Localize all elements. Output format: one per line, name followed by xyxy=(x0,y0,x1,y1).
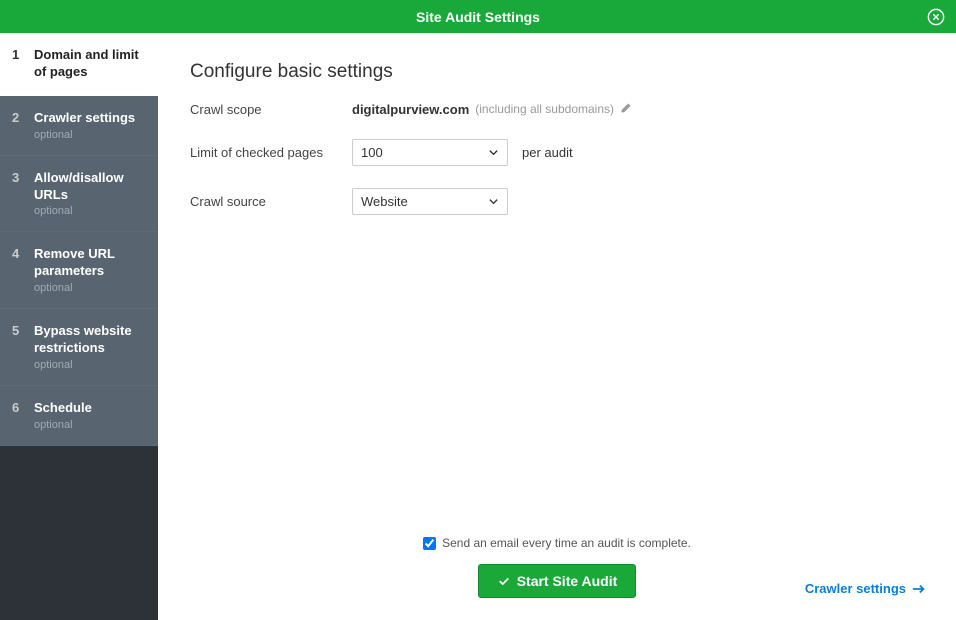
sidebar-item-bypass-restrictions[interactable]: 5 Bypass website restrictions optional xyxy=(0,309,158,386)
limit-pages-select[interactable]: 100 xyxy=(352,139,508,166)
sidebar-step-number: 4 xyxy=(12,246,22,294)
crawl-source-label: Crawl source xyxy=(190,194,352,209)
sidebar-step-number: 1 xyxy=(12,47,22,81)
arrow-right-icon xyxy=(912,583,926,595)
sidebar-item-domain-limit[interactable]: 1 Domain and limit of pages xyxy=(0,33,158,96)
limit-pages-row: Limit of checked pages 100 per audit xyxy=(190,139,924,166)
next-link-label: Crawler settings xyxy=(805,581,906,596)
email-notify-checkbox[interactable] xyxy=(423,537,436,550)
chevron-down-icon xyxy=(488,147,499,158)
settings-sidebar: 1 Domain and limit of pages 2 Crawler se… xyxy=(0,33,158,620)
crawler-settings-link[interactable]: Crawler settings xyxy=(805,581,926,596)
sidebar-item-allow-disallow[interactable]: 3 Allow/disallow URLs optional xyxy=(0,156,158,233)
sidebar-item-optional: optional xyxy=(34,205,148,217)
sidebar-item-label: Bypass website restrictions xyxy=(34,323,148,357)
start-button-label: Start Site Audit xyxy=(517,573,618,589)
sidebar-step-number: 2 xyxy=(12,110,22,141)
sidebar-item-optional: optional xyxy=(34,359,148,371)
crawl-source-value: Website xyxy=(361,194,408,209)
crawl-scope-domain: digitalpurview.com xyxy=(352,102,469,117)
sidebar-step-number: 5 xyxy=(12,323,22,371)
sidebar-item-label: Remove URL parameters xyxy=(34,246,148,280)
crawl-scope-label: Crawl scope xyxy=(190,102,352,117)
edit-scope-button[interactable] xyxy=(620,101,633,117)
crawl-source-select[interactable]: Website xyxy=(352,188,508,215)
pencil-icon xyxy=(620,101,633,114)
sidebar-item-label: Schedule xyxy=(34,400,92,417)
close-button[interactable] xyxy=(926,7,946,27)
modal-footer: Send an email every time an audit is com… xyxy=(158,522,956,620)
crawl-source-row: Crawl source Website xyxy=(190,188,924,215)
modal-body: 1 Domain and limit of pages 2 Crawler se… xyxy=(0,33,956,620)
limit-pages-suffix: per audit xyxy=(522,145,573,160)
page-heading: Configure basic settings xyxy=(190,61,924,83)
sidebar-item-optional: optional xyxy=(34,282,148,294)
modal-header: Site Audit Settings xyxy=(0,0,956,33)
limit-pages-value: 100 xyxy=(361,145,383,160)
modal-title: Site Audit Settings xyxy=(416,9,540,25)
start-site-audit-button[interactable]: Start Site Audit xyxy=(478,564,637,598)
close-icon xyxy=(927,8,945,26)
sidebar-item-remove-url-params[interactable]: 4 Remove URL parameters optional xyxy=(0,232,158,309)
sidebar-item-label: Crawler settings xyxy=(34,110,135,127)
sidebar-item-optional: optional xyxy=(34,129,135,141)
sidebar-item-label: Domain and limit of pages xyxy=(34,47,148,81)
main-panel: Configure basic settings Crawl scope dig… xyxy=(158,33,956,620)
sidebar-item-optional: optional xyxy=(34,419,92,431)
sidebar-item-schedule[interactable]: 6 Schedule optional xyxy=(0,386,158,446)
check-icon xyxy=(497,574,511,588)
crawl-scope-row: Crawl scope digitalpurview.com (includin… xyxy=(190,101,924,117)
sidebar-step-number: 6 xyxy=(12,400,22,431)
sidebar-item-label: Allow/disallow URLs xyxy=(34,170,148,204)
sidebar-item-crawler-settings[interactable]: 2 Crawler settings optional xyxy=(0,96,158,156)
limit-pages-label: Limit of checked pages xyxy=(190,145,352,160)
email-notify-label: Send an email every time an audit is com… xyxy=(442,536,691,550)
sidebar-step-number: 3 xyxy=(12,170,22,218)
crawl-scope-note: (including all subdomains) xyxy=(475,102,614,116)
settings-modal: Site Audit Settings 1 Domain and limit o… xyxy=(0,0,956,620)
email-notify-row: Send an email every time an audit is com… xyxy=(188,536,926,550)
chevron-down-icon xyxy=(488,196,499,207)
